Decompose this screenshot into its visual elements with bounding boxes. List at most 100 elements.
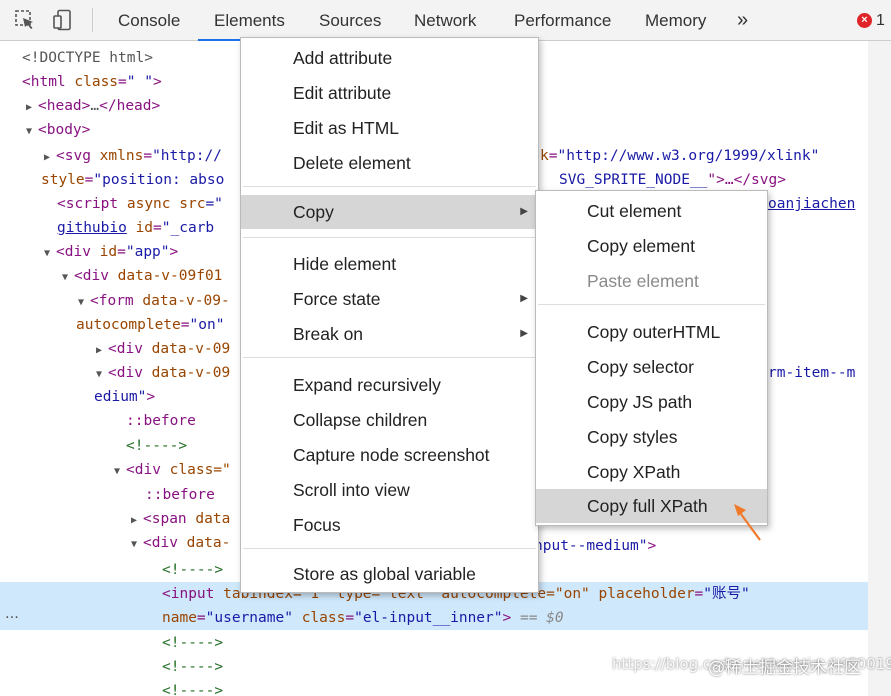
inspect-icon[interactable] bbox=[14, 9, 36, 31]
more-tabs-icon[interactable]: » bbox=[737, 0, 748, 41]
tag-name: html bbox=[30, 74, 66, 90]
menu-separator bbox=[538, 304, 765, 305]
close-tag: ">…</svg> bbox=[707, 172, 786, 188]
menu-separator bbox=[243, 186, 536, 187]
collapse-arrow-icon[interactable]: ▼ bbox=[26, 120, 38, 144]
menu-item-delete-element[interactable]: Delete element bbox=[241, 146, 538, 180]
tree-node-div-data-tail: nput--medium"> bbox=[534, 538, 657, 554]
vertical-scrollbar[interactable] bbox=[868, 41, 891, 696]
expand-arrow-icon[interactable]: ▶ bbox=[131, 509, 143, 533]
menu-item-break-on[interactable]: Break on ▶ bbox=[241, 317, 538, 351]
menu-item-force-state[interactable]: Force state ▶ bbox=[241, 282, 538, 316]
attr-name: id bbox=[99, 244, 118, 260]
attr-name: id bbox=[135, 220, 154, 236]
error-count[interactable]: 1 bbox=[876, 0, 885, 41]
attr-name: data-v-09f01 bbox=[117, 268, 223, 284]
attr-value: " " bbox=[126, 74, 153, 90]
tag-name: script bbox=[65, 196, 119, 212]
menu-item-collapse-children[interactable]: Collapse children bbox=[241, 403, 538, 437]
script-src-link[interactable]: oanjiachen bbox=[768, 196, 855, 212]
tab-elements[interactable]: Elements bbox=[198, 0, 301, 41]
tree-node-comment-3[interactable]: <!----> bbox=[162, 631, 868, 655]
tab-network[interactable]: Network bbox=[414, 0, 476, 41]
menu-item-copy-selector[interactable]: Copy selector bbox=[536, 350, 767, 384]
expand-arrow-icon[interactable]: ▶ bbox=[96, 339, 108, 363]
expand-arrow-icon[interactable]: ▶ bbox=[44, 146, 56, 170]
menu-item-capture-node-screenshot[interactable]: Capture node screenshot bbox=[241, 438, 538, 472]
attr-name: class bbox=[74, 74, 119, 90]
script-src-link[interactable]: githubio bbox=[57, 220, 127, 236]
collapsed-ellipsis: … bbox=[90, 98, 100, 114]
more-actions-icon[interactable]: ··· bbox=[5, 606, 19, 630]
collapse-arrow-icon[interactable]: ▼ bbox=[96, 363, 108, 387]
attr-value: "el-input__inner" bbox=[354, 610, 503, 626]
attr-name: k bbox=[540, 148, 549, 164]
menu-separator bbox=[243, 548, 536, 549]
tab-console[interactable]: Console bbox=[118, 0, 180, 41]
menu-separator bbox=[243, 357, 536, 358]
tab-memory[interactable]: Memory bbox=[645, 0, 706, 41]
tag-name: head bbox=[116, 98, 152, 114]
comment-text: <!----> bbox=[162, 635, 224, 651]
attr-name: data-v-09 bbox=[151, 341, 231, 357]
menu-item-copy-outerhtml[interactable]: Copy outerHTML bbox=[536, 315, 767, 349]
tree-node-comment-5[interactable]: <!----> bbox=[162, 679, 868, 696]
menu-item-cut-element[interactable]: Cut element bbox=[536, 194, 767, 228]
tag-name: input bbox=[170, 586, 215, 602]
menu-item-scroll-into-view[interactable]: Scroll into view bbox=[241, 473, 538, 507]
attr-value: SVG_SPRITE_NODE__ bbox=[559, 172, 708, 188]
console-ref: == $0 bbox=[519, 610, 564, 626]
menu-item-copy-xpath[interactable]: Copy XPath bbox=[536, 455, 767, 489]
attr-name: data-v-09- bbox=[142, 293, 230, 309]
attr-name: name bbox=[162, 610, 197, 626]
attr-value: rm-item--m bbox=[768, 365, 856, 381]
pseudo-element: ::before bbox=[145, 487, 215, 503]
attr-value: "username" bbox=[205, 610, 293, 626]
comment-text: <!----> bbox=[162, 562, 224, 578]
attr-name: class bbox=[301, 610, 346, 626]
attr-name: data-v-09 bbox=[151, 365, 231, 381]
menu-item-hide-element[interactable]: Hide element bbox=[241, 247, 538, 281]
menu-item-expand-recursively[interactable]: Expand recursively bbox=[241, 368, 538, 402]
device-toolbar-icon[interactable] bbox=[52, 9, 74, 31]
collapse-arrow-icon[interactable]: ▼ bbox=[44, 242, 56, 266]
attr-name: autocomplete bbox=[76, 317, 181, 333]
attr-value: =" bbox=[205, 196, 223, 212]
attr-name: class=" bbox=[169, 462, 231, 478]
attr-value: "http:// bbox=[152, 148, 222, 164]
tag-name: head bbox=[46, 98, 82, 114]
toolbar-separator bbox=[92, 8, 93, 32]
error-icon[interactable]: × bbox=[857, 13, 872, 28]
menu-separator bbox=[243, 237, 536, 238]
collapse-arrow-icon[interactable]: ▼ bbox=[62, 266, 74, 290]
menu-item-copy-styles[interactable]: Copy styles bbox=[536, 420, 767, 454]
collapse-arrow-icon[interactable]: ▼ bbox=[78, 291, 90, 315]
attr-name: style bbox=[41, 172, 85, 188]
copy-submenu: Cut element Copy element Paste element C… bbox=[535, 190, 768, 526]
expand-arrow-icon[interactable]: ▶ bbox=[26, 96, 38, 120]
comment-text: <!----> bbox=[126, 438, 188, 454]
tree-node-svg-tail: k="http://www.w3.org/1999/xlink" bbox=[540, 148, 820, 164]
menu-item-edit-as-html[interactable]: Edit as HTML bbox=[241, 111, 538, 145]
collapse-arrow-icon[interactable]: ▼ bbox=[114, 460, 126, 484]
menu-item-store-as-global-variable[interactable]: Store as global variable bbox=[241, 557, 538, 591]
attr-name: async src bbox=[126, 196, 206, 212]
menu-item-paste-element: Paste element bbox=[587, 271, 699, 291]
attr-name: xmlns bbox=[99, 148, 144, 164]
menu-item-copy-js-path[interactable]: Copy JS path bbox=[536, 385, 767, 419]
tab-performance[interactable]: Performance bbox=[514, 0, 611, 41]
submenu-arrow-icon: ▶ bbox=[520, 293, 528, 304]
collapse-arrow-icon[interactable]: ▼ bbox=[131, 533, 143, 557]
menu-item-edit-attribute[interactable]: Edit attribute bbox=[241, 76, 538, 110]
menu-item-copy[interactable]: Copy ▶ bbox=[241, 195, 538, 229]
menu-item-add-attribute[interactable]: Add attribute bbox=[241, 41, 538, 75]
tag-name: body bbox=[46, 122, 82, 138]
context-menu: Add attribute Edit attribute Edit as HTM… bbox=[240, 37, 539, 593]
comment-text: <!----> bbox=[162, 659, 224, 675]
menu-item-copy-element[interactable]: Copy element bbox=[536, 229, 767, 263]
tab-sources[interactable]: Sources bbox=[319, 0, 381, 41]
pointer-arrow-icon bbox=[734, 504, 761, 541]
attr-value: "http://www.w3.org/1999/xlink" bbox=[557, 148, 820, 164]
menu-item-focus[interactable]: Focus bbox=[241, 508, 538, 542]
attr-name: data bbox=[195, 511, 231, 527]
